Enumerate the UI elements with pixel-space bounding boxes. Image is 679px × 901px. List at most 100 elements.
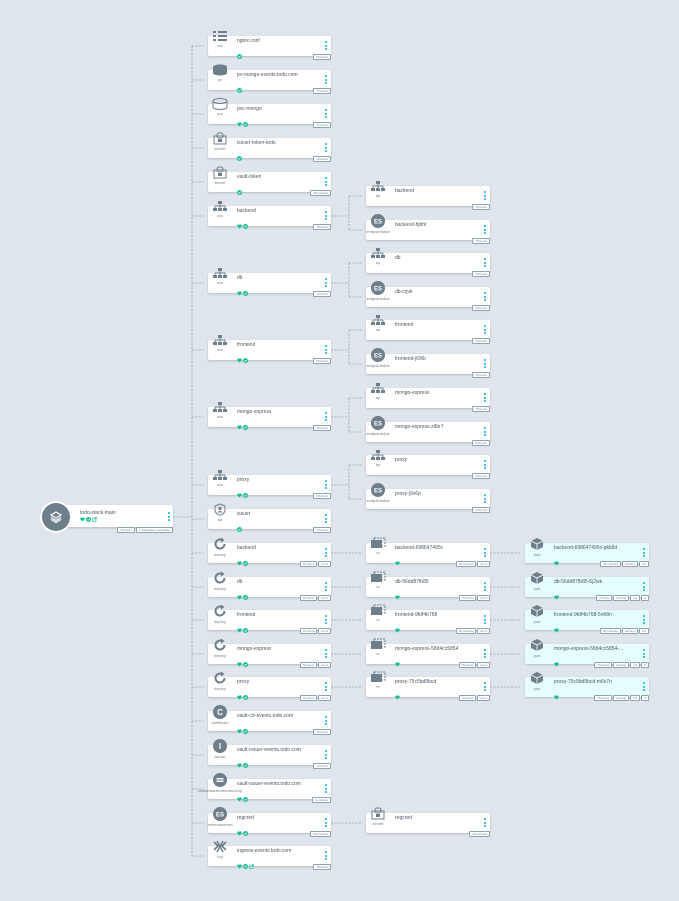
resource-menu-button[interactable]	[325, 412, 327, 421]
resource-node-pod[interactable]: pod db-56dd87fb85-6j2wk 7 hours running 1/1 0	[525, 572, 649, 601]
resource-node-deploy[interactable]: deploy backend 79 hours rev:3	[208, 537, 331, 567]
resource-menu-button[interactable]	[325, 514, 327, 523]
resource-name: pv-mongo-events.todo.com	[237, 72, 298, 78]
resource-menu-button[interactable]	[643, 582, 645, 591]
resource-menu-button[interactable]	[643, 615, 645, 624]
resource-node-svc[interactable]: svc mongo-express 79 hours	[208, 402, 331, 431]
resource-menu-button[interactable]	[484, 548, 486, 557]
resource-node-pvc[interactable]: pvc pvc-mongo 77 hours	[208, 98, 331, 128]
resource-node-ep[interactable]: ep mongo-express 79 hours	[366, 383, 490, 412]
resource-node-ep[interactable]: ep proxy 79 hours	[366, 450, 490, 479]
resource-menu-button[interactable]	[325, 818, 327, 827]
resource-menu-button[interactable]	[484, 460, 486, 469]
resource-node-svc[interactable]: svc frontend 79 hours	[208, 335, 331, 364]
resource-node-secret[interactable]: secret vault-token 25 minutes	[208, 166, 331, 196]
resource-menu-button[interactable]	[484, 649, 486, 658]
resource-menu-button[interactable]	[325, 41, 327, 50]
resource-menu-button[interactable]	[484, 582, 486, 591]
resource-tree-canvas: todo-stack-main 79 hours 1 parameter ove…	[0, 0, 679, 901]
resource-node-deploy[interactable]: deploy frontend 79 hours rev:3	[208, 604, 331, 634]
resource-node-rs[interactable]: rs mongo-express-58d4cc5854 79 hours rev:1	[366, 638, 490, 668]
resource-menu-button[interactable]	[325, 345, 327, 354]
resource-node-endpointslice[interactable]: ES endpointslice proxy-j9x6p 79 hours	[366, 483, 490, 513]
resource-node-endpointslice[interactable]: ES endpointslice db-crjvk 79 hours	[366, 281, 490, 311]
resource-menu-button[interactable]	[325, 109, 327, 118]
resource-menu-button[interactable]	[484, 682, 486, 691]
external-link-icon[interactable]	[92, 517, 97, 522]
resource-menu-button[interactable]	[325, 480, 327, 489]
application-root-node[interactable]: todo-stack-main 79 hours 1 parameter ove…	[42, 503, 173, 533]
external-link-icon[interactable]	[249, 856, 254, 869]
resource-menu-button[interactable]	[325, 143, 327, 152]
resource-menu-button[interactable]	[484, 818, 486, 827]
application-card[interactable]: todo-stack-main 79 hours 1 parameter ove…	[59, 505, 173, 533]
resource-menu-button[interactable]	[484, 494, 486, 503]
resource-node-pod[interactable]: pod frontend-9fdf4b768-5nh8n 26 minutes run…	[525, 605, 649, 634]
resource-menu-button[interactable]	[643, 682, 645, 691]
resource-menu-button[interactable]	[484, 393, 486, 402]
resource-node-deploy[interactable]: deploy proxy 79 hours rev:1	[208, 671, 331, 701]
resource-menu-button[interactable]	[325, 75, 327, 84]
resource-menu-button[interactable]	[325, 615, 327, 624]
resource-menu-button[interactable]	[643, 548, 645, 557]
resource-menu-button[interactable]	[484, 615, 486, 624]
resource-node-ep[interactable]: ep db 79 hours	[366, 248, 490, 277]
resource-node-ep[interactable]: ep backend 79 hours	[366, 181, 490, 210]
resource-menu-button[interactable]	[484, 427, 486, 436]
resource-menu-button[interactable]	[325, 649, 327, 658]
resource-menu-button[interactable]	[325, 682, 327, 691]
resource-node-svc[interactable]: svc db 79 hours	[208, 268, 331, 297]
resource-tag: 77 hours	[313, 122, 331, 128]
resource-menu-button[interactable]	[325, 582, 327, 591]
resource-menu-button[interactable]	[484, 292, 486, 301]
resource-node-rs[interactable]: rs frontend-9fdf4b768 26 minutes rev:3	[366, 604, 490, 634]
resource-node-rs[interactable]: rs backend-698647495c 26 minutes rev:3	[366, 537, 490, 567]
resource-menu-button[interactable]	[325, 548, 327, 557]
resource-menu-button[interactable]	[484, 225, 486, 234]
resource-node-issuer[interactable]: Iissuer vault-issuer-events.todo.com 79 ho…	[208, 739, 331, 769]
resource-menu-button[interactable]	[484, 325, 486, 334]
resource-node-secret[interactable]: secret issuer-token-todo 79 hours	[208, 132, 331, 162]
resource-node-pod[interactable]: pod mongo-express-58d4cc5854-... 79 hours r…	[525, 639, 649, 668]
resource-node-endpointslice[interactable]: ES endpointslice frontend-j696r 79 hours	[366, 348, 490, 378]
resource-menu-button[interactable]	[325, 278, 327, 287]
resource-status	[237, 182, 242, 195]
healthy-heart-icon	[554, 654, 559, 667]
resource-tag: running	[621, 628, 638, 634]
resource-menu-button[interactable]	[325, 851, 327, 860]
resource-menu-button[interactable]	[325, 750, 327, 759]
resource-node-rs[interactable]: rs proxy-75c5bd9bcd 79 hours rev:1	[366, 671, 490, 701]
resource-name: frontend-9fdf4b768	[395, 612, 438, 618]
resource-node-sa[interactable]: sa issuer 79 hours	[208, 503, 331, 533]
resource-tag: 79 hours	[299, 561, 318, 567]
resource-menu-button[interactable]	[643, 649, 645, 658]
resource-node-endpointslice[interactable]: ES endpointslice mongo-express-z9br7 79 hou…	[366, 416, 490, 446]
resource-node-svc[interactable]: svc proxy 79 hours	[208, 470, 331, 499]
resource-menu-button[interactable]	[484, 359, 486, 368]
resource-node-rs[interactable]: rs db-56dd87fb85 79 hours rev:1	[366, 571, 490, 601]
resource-menu-button[interactable]	[325, 177, 327, 186]
application-menu-button[interactable]	[168, 512, 170, 521]
resource-node-externalsecret[interactable]: ES externalsecret regcred 26 minutes	[207, 807, 331, 837]
resource-node-certificate[interactable]: Ccertificate vault-crt-events.todo.com 79 …	[208, 705, 331, 735]
synced-check-icon	[243, 721, 248, 734]
resource-node-deploy[interactable]: deploy mongo-express 79 hours rev:1	[208, 638, 331, 668]
resource-node-pv[interactable]: pv pv-mongo-events.todo.com 77 hours	[208, 64, 331, 94]
synced-check-icon	[243, 216, 248, 229]
resource-menu-button[interactable]	[325, 784, 327, 793]
resource-node-ep[interactable]: ep frontend 79 hours	[366, 315, 490, 344]
resource-node-deploy[interactable]: deploy db 79 hours rev:1	[208, 571, 331, 601]
resource-node-pod[interactable]: pod backend-698647495c-gkk8d 26 minutes run…	[525, 538, 649, 567]
resource-node-svc[interactable]: svc backend 79 hours	[208, 201, 331, 230]
resource-node-secret[interactable]: secret regcred 26 minutes	[366, 807, 490, 837]
resource-node-pod[interactable]: pod proxy-75c5bd9bcd-m6x7n 79 hours running…	[525, 672, 649, 701]
resource-menu-button[interactable]	[325, 211, 327, 220]
resource-tags: 26 minutes running 1/1	[600, 628, 649, 634]
resource-node-cm[interactable]: cm nginx.conf 79 hours	[208, 31, 331, 60]
resource-menu-button[interactable]	[325, 716, 327, 725]
resource-node-endpointslice[interactable]: ES endpointslice backend-hjbht 79 hours	[366, 214, 490, 244]
resource-menu-button[interactable]	[484, 258, 486, 267]
resource-menu-button[interactable]	[484, 191, 486, 200]
resource-node-clusterissuersecurecomp[interactable]: clusterissuersecurecomp vault-issuer-even…	[198, 773, 331, 803]
resource-node-ing[interactable]: ing ingress-events.todo.com 79 hours	[208, 840, 331, 870]
